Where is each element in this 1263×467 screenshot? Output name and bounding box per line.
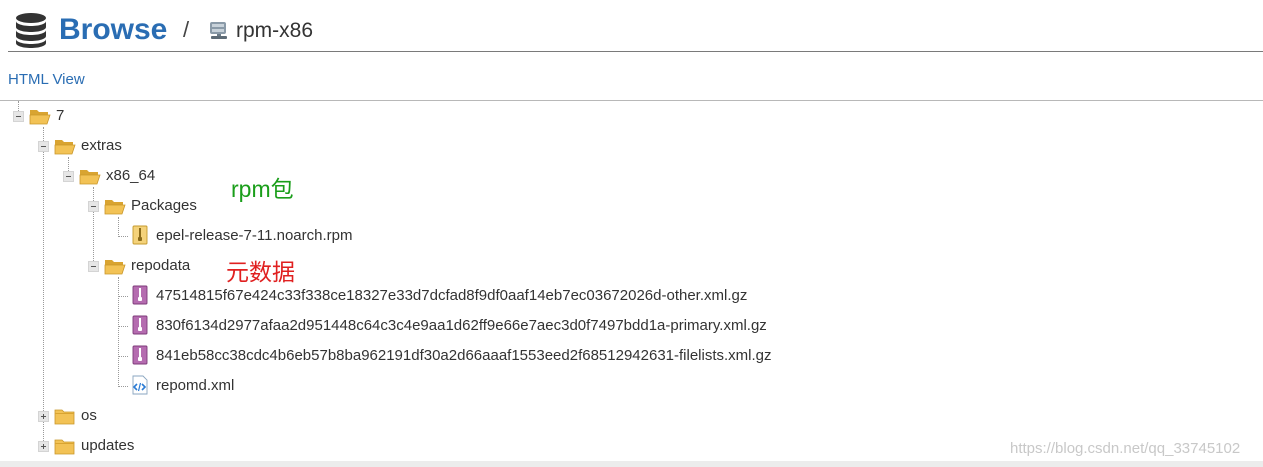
header-divider — [8, 51, 1263, 52]
tree-connector — [118, 296, 128, 297]
folder-open-icon — [104, 260, 126, 275]
tree-node-label[interactable]: os — [81, 406, 97, 426]
folder-open-icon — [79, 170, 101, 185]
tree-node-label[interactable]: updates — [81, 436, 134, 456]
tree-node-toggle-collapse[interactable] — [88, 201, 99, 212]
tree-connector — [118, 326, 128, 327]
archive-file-icon — [132, 315, 148, 335]
tree-connector — [118, 217, 119, 237]
breadcrumb-repository[interactable]: rpm-x86 — [236, 17, 313, 45]
archive-file-icon — [132, 285, 148, 305]
archive-file-icon — [132, 345, 148, 365]
watermark: https://blog.csdn.net/qq_33745102 — [1010, 440, 1241, 457]
folder-closed-icon — [54, 409, 75, 425]
tree-node-label[interactable]: repomd.xml — [156, 376, 234, 396]
page-title: Browse — [59, 13, 168, 46]
tree-node-label[interactable]: epel-release-7-11.noarch.rpm — [156, 226, 353, 246]
xml-file-icon — [132, 375, 148, 395]
tree-node-label[interactable]: 7 — [56, 106, 64, 126]
page-header: Browse / rpm-x86 — [0, 0, 1263, 52]
tree-connector — [93, 187, 94, 267]
tree-connector — [118, 236, 128, 237]
browse-page: Browse / rpm-x86 HTML View 7 extras x86_… — [0, 0, 1263, 467]
tree-connector — [118, 356, 128, 357]
tree-connector — [118, 277, 119, 387]
annotation-metadata: 元数据 — [226, 259, 295, 285]
tree-connector — [43, 127, 44, 447]
tree-node-label[interactable]: Packages — [131, 196, 197, 216]
repository-tree: 7 extras x86_64 Packages epel-release-7-… — [0, 101, 1263, 461]
tree-connector — [118, 386, 128, 387]
tree-node-toggle-expand[interactable] — [38, 441, 49, 452]
annotation-rpm-packages: rpm包 — [231, 176, 294, 202]
tree-node-label[interactable]: 830f6134d2977afaa2d951448c64c3c4e9aa1d62… — [156, 316, 767, 336]
folder-open-icon — [104, 200, 126, 215]
breadcrumb-separator: / — [183, 17, 190, 42]
folder-closed-icon — [54, 439, 75, 455]
tree-node-label[interactable]: 47514815f67e424c33f338ce18327e33d7dcfad8… — [156, 286, 747, 306]
repository-icon — [210, 22, 227, 39]
tree-node-toggle-collapse[interactable] — [63, 171, 74, 182]
tree-footer-bar — [0, 461, 1263, 467]
html-view-link[interactable]: HTML View — [8, 71, 85, 89]
database-icon — [16, 13, 46, 48]
tree-node-label[interactable]: x86_64 — [106, 166, 155, 186]
tree-node-toggle-expand[interactable] — [38, 411, 49, 422]
tree-node-label[interactable]: 841eb58cc38cdc4b6eb57b8ba962191df30a2d66… — [156, 346, 772, 366]
rpm-file-icon — [132, 225, 148, 245]
tree-node-toggle-collapse[interactable] — [38, 141, 49, 152]
tree-node-label[interactable]: extras — [81, 136, 122, 156]
tree-node-toggle-collapse[interactable] — [13, 111, 24, 122]
folder-open-icon — [54, 140, 76, 155]
tree-node-toggle-collapse[interactable] — [88, 261, 99, 272]
folder-open-icon — [29, 110, 51, 125]
tree-node-label[interactable]: repodata — [131, 256, 190, 276]
